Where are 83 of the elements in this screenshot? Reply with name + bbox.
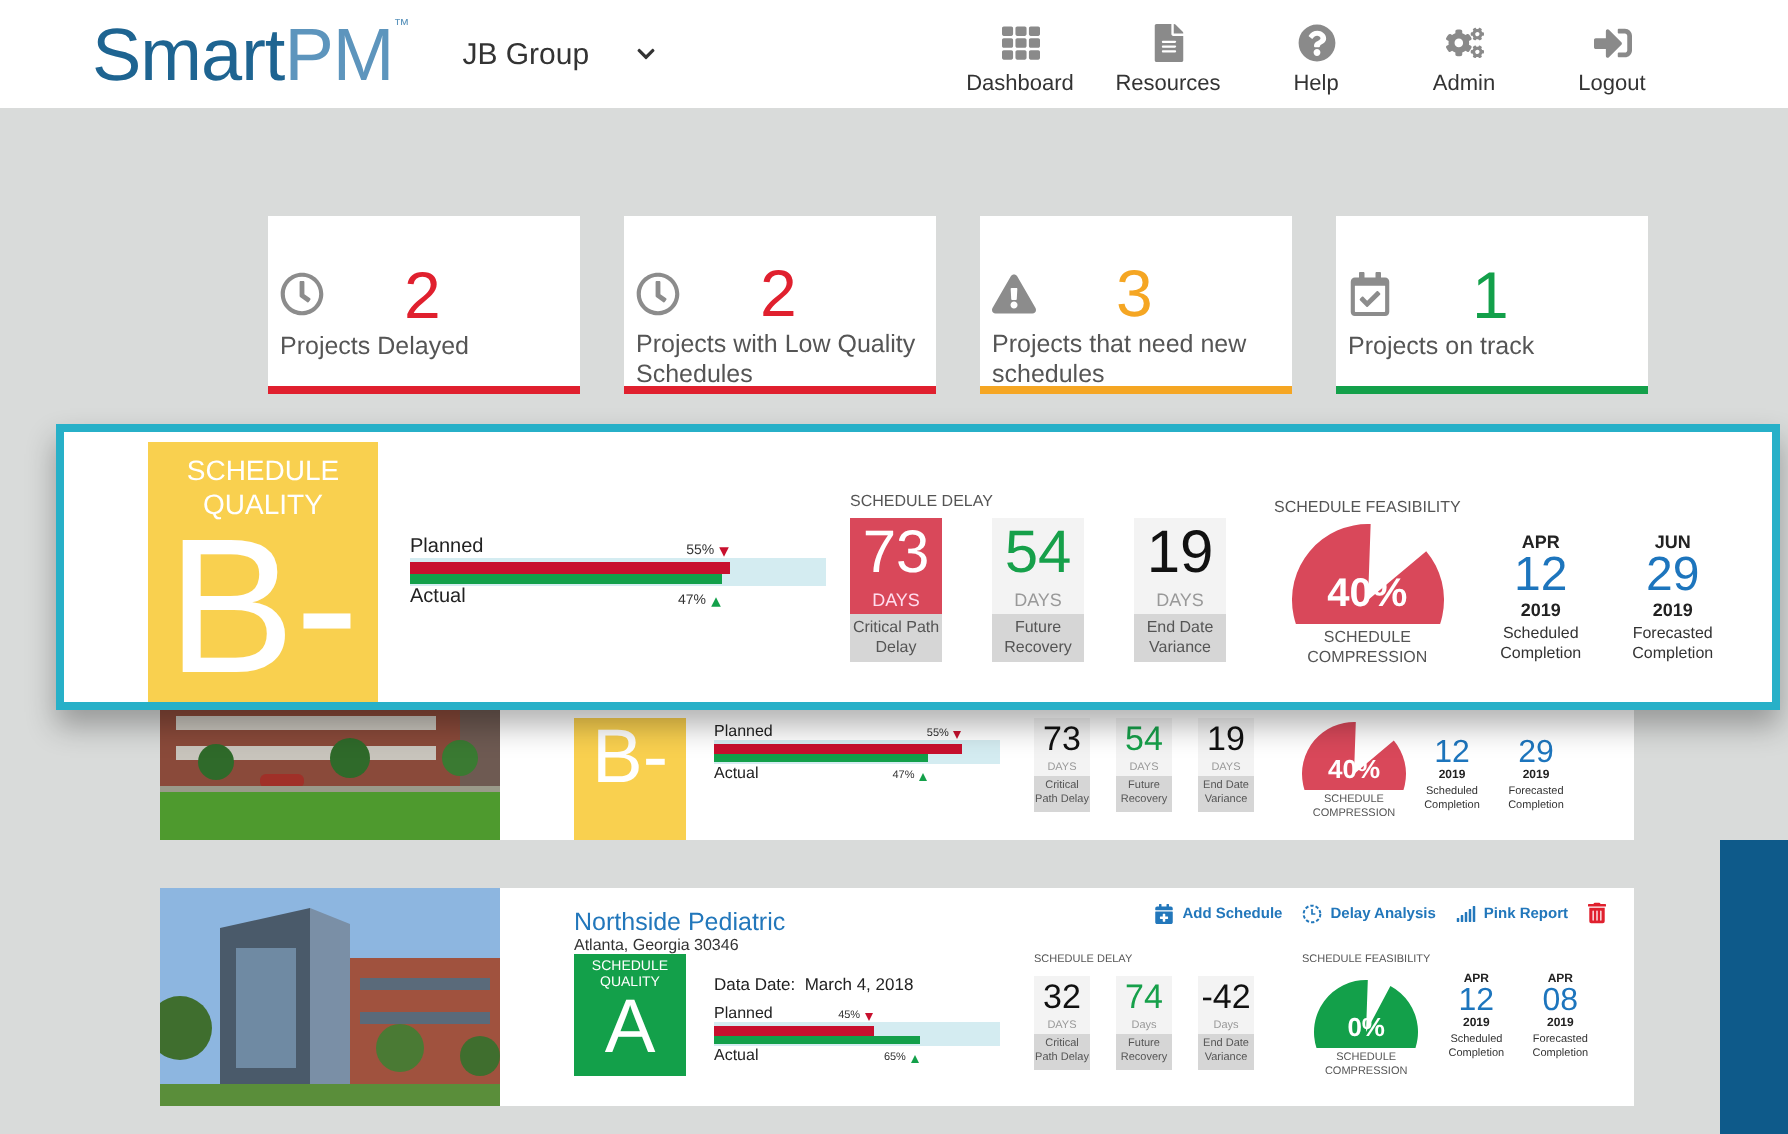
date-day: 12 xyxy=(1434,738,1470,770)
summary-label: Projects that need new schedules xyxy=(992,330,1249,390)
metric-caption: End Date Variance xyxy=(1134,614,1226,662)
calendar-plus-icon xyxy=(1154,903,1175,923)
data-date: Data Date: March 4, 2018 xyxy=(714,974,916,994)
clock-icon xyxy=(280,272,324,316)
actual-label: Actual xyxy=(410,586,466,608)
feasibility-reading: 0% xyxy=(1347,1011,1385,1041)
project-title[interactable]: Northside Pediatric xyxy=(574,908,786,936)
chevron-down-icon[interactable] xyxy=(635,44,656,64)
grade-caption: SCHEDULE QUALITY xyxy=(184,454,342,522)
warning-icon xyxy=(992,271,1036,315)
metric-value: 73 xyxy=(1043,722,1081,756)
grade-letter: A xyxy=(604,993,656,1062)
down-triangle-icon xyxy=(864,1011,875,1021)
summary-label: Projects on track xyxy=(1348,332,1537,362)
actual-label: Actual xyxy=(714,1046,759,1064)
down-triangle-icon xyxy=(718,545,731,557)
metric-unit: DAYS xyxy=(1014,590,1062,610)
logo: SmartPM™ xyxy=(92,17,409,91)
up-triangle-icon xyxy=(710,595,722,607)
section-heading: SCHEDULE FEASIBILITY xyxy=(1274,498,1461,520)
date-month: JUN xyxy=(1654,532,1691,552)
nav-item[interactable]: Resources xyxy=(1094,0,1242,108)
summary-count: 2 xyxy=(404,261,441,327)
summary-card[interactable]: 1 Projects on track xyxy=(1336,216,1648,394)
planned-label: Planned xyxy=(410,536,484,558)
down-triangle-icon xyxy=(952,729,963,739)
nav-item[interactable]: Help xyxy=(1242,0,1390,108)
date-day: 29 xyxy=(1518,738,1554,770)
metric-unit: DAYS xyxy=(872,590,920,610)
summary-card[interactable]: 2 Projects with Low Quality Schedules xyxy=(624,216,936,394)
summary-card[interactable]: 3 Projects that need new schedules xyxy=(980,216,1292,394)
date-year: 2019 xyxy=(1652,600,1693,620)
metric-value: 54 xyxy=(1004,524,1072,584)
calendar-check-icon xyxy=(1348,272,1392,316)
planned-label: Planned xyxy=(714,1004,773,1022)
nav-item[interactable]: Logout xyxy=(1538,0,1686,108)
metric-caption: Future Recovery xyxy=(992,614,1084,662)
trash-icon[interactable] xyxy=(1588,902,1606,924)
project-address: Atlanta, Georgia 30346 xyxy=(574,936,741,954)
date-day: 08 xyxy=(1542,986,1579,1018)
bars-icon xyxy=(1455,903,1476,923)
date-caption: Forecasted Completion xyxy=(1630,624,1716,666)
nav-item[interactable]: Admin xyxy=(1390,0,1538,108)
date-caption: Scheduled Completion xyxy=(1498,624,1584,666)
logout-icon xyxy=(1593,24,1631,62)
actual-label: Actual xyxy=(714,764,759,782)
summary-label: Projects with Low Quality Schedules xyxy=(636,330,918,390)
summary-count: 3 xyxy=(1116,260,1153,326)
section-heading: SCHEDULE DELAY xyxy=(850,492,995,514)
dashed-circle-icon xyxy=(1302,903,1323,923)
metric-unit: DAYS xyxy=(1156,590,1204,610)
metric-value: 73 xyxy=(862,524,930,584)
document-icon xyxy=(1149,24,1187,62)
gauge-caption: SCHEDULE COMPRESSION xyxy=(1305,628,1430,670)
grade-letter: B- xyxy=(592,724,668,793)
company-name: JB Group xyxy=(462,37,590,71)
summary-label: Projects Delayed xyxy=(280,332,471,362)
date-day: 12 xyxy=(1514,552,1568,600)
metric-value: -42 xyxy=(1201,980,1251,1014)
date-day: 12 xyxy=(1458,986,1495,1018)
metric-value: 74 xyxy=(1125,980,1163,1014)
nav-item[interactable]: Dashboard xyxy=(946,0,1094,108)
metric-value: 54 xyxy=(1125,722,1163,756)
metric-value: 19 xyxy=(1146,524,1214,584)
gears-icon xyxy=(1445,24,1483,62)
date-year: 2019 xyxy=(1520,600,1561,620)
summary-count: 1 xyxy=(1472,261,1509,327)
grid-icon xyxy=(1001,24,1039,62)
summary-count: 2 xyxy=(760,260,797,326)
date-month: APR xyxy=(1521,532,1560,552)
metric-value: 32 xyxy=(1043,980,1081,1014)
up-triangle-icon xyxy=(909,1053,920,1063)
clock-icon xyxy=(636,271,680,315)
summary-card[interactable]: 2 Projects Delayed xyxy=(268,216,580,394)
metric-caption: Critical Path Delay xyxy=(850,614,942,662)
grade-letter: B- xyxy=(167,521,359,694)
help-icon xyxy=(1297,24,1335,62)
date-day: 29 xyxy=(1646,552,1700,600)
planned-label: Planned xyxy=(714,722,773,740)
up-triangle-icon xyxy=(918,771,929,781)
metric-value: 19 xyxy=(1207,722,1245,756)
